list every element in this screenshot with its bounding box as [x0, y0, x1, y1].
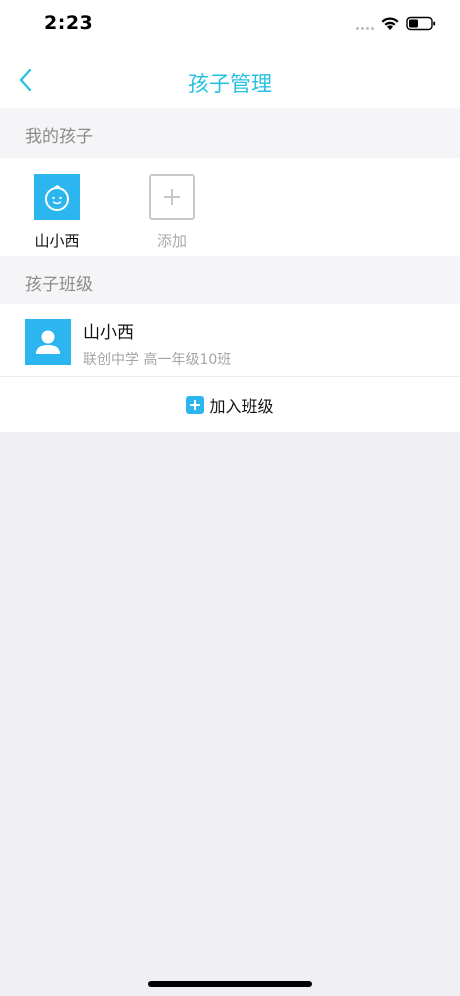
section-title: 孩子班级: [25, 275, 93, 295]
battery-icon: [406, 16, 436, 31]
child-face-icon: [34, 174, 80, 220]
section-header-children-classes: 孩子班级: [0, 256, 460, 304]
section-title: 我的孩子: [25, 127, 93, 147]
add-child-button[interactable]: 添加: [132, 174, 212, 251]
join-class-label: 加入班级: [209, 396, 274, 416]
home-indicator[interactable]: [148, 981, 312, 987]
section-header-my-children: 我的孩子: [0, 108, 460, 158]
plus-square-icon: [186, 395, 205, 414]
status-bar: 2:23: [0, 0, 460, 50]
children-list: 山小西 添加: [0, 158, 460, 256]
wifi-icon: [381, 17, 399, 30]
status-time: 2:23: [44, 12, 94, 34]
person-avatar-icon: [25, 319, 71, 365]
class-student-name: 山小西: [83, 323, 134, 343]
class-list-item[interactable]: 山小西 联创中学 高一年级10班: [0, 304, 460, 377]
child-name: 山小西: [34, 232, 80, 250]
child-management-screen: 2:23 孩子管理 我的孩子 山小西 添加 孩子班级 山小西 联创中学 高一年级…: [0, 0, 460, 996]
child-item[interactable]: 山小西: [17, 174, 97, 251]
class-info: 联创中学 高一年级10班: [83, 352, 232, 368]
signal-icon: [356, 27, 376, 31]
join-class-button[interactable]: 加入班级: [0, 377, 460, 432]
page-title: 孩子管理: [188, 72, 272, 96]
navigation-bar: 孩子管理: [0, 50, 460, 108]
plus-icon: [149, 174, 195, 220]
add-child-label: 添加: [156, 232, 187, 250]
